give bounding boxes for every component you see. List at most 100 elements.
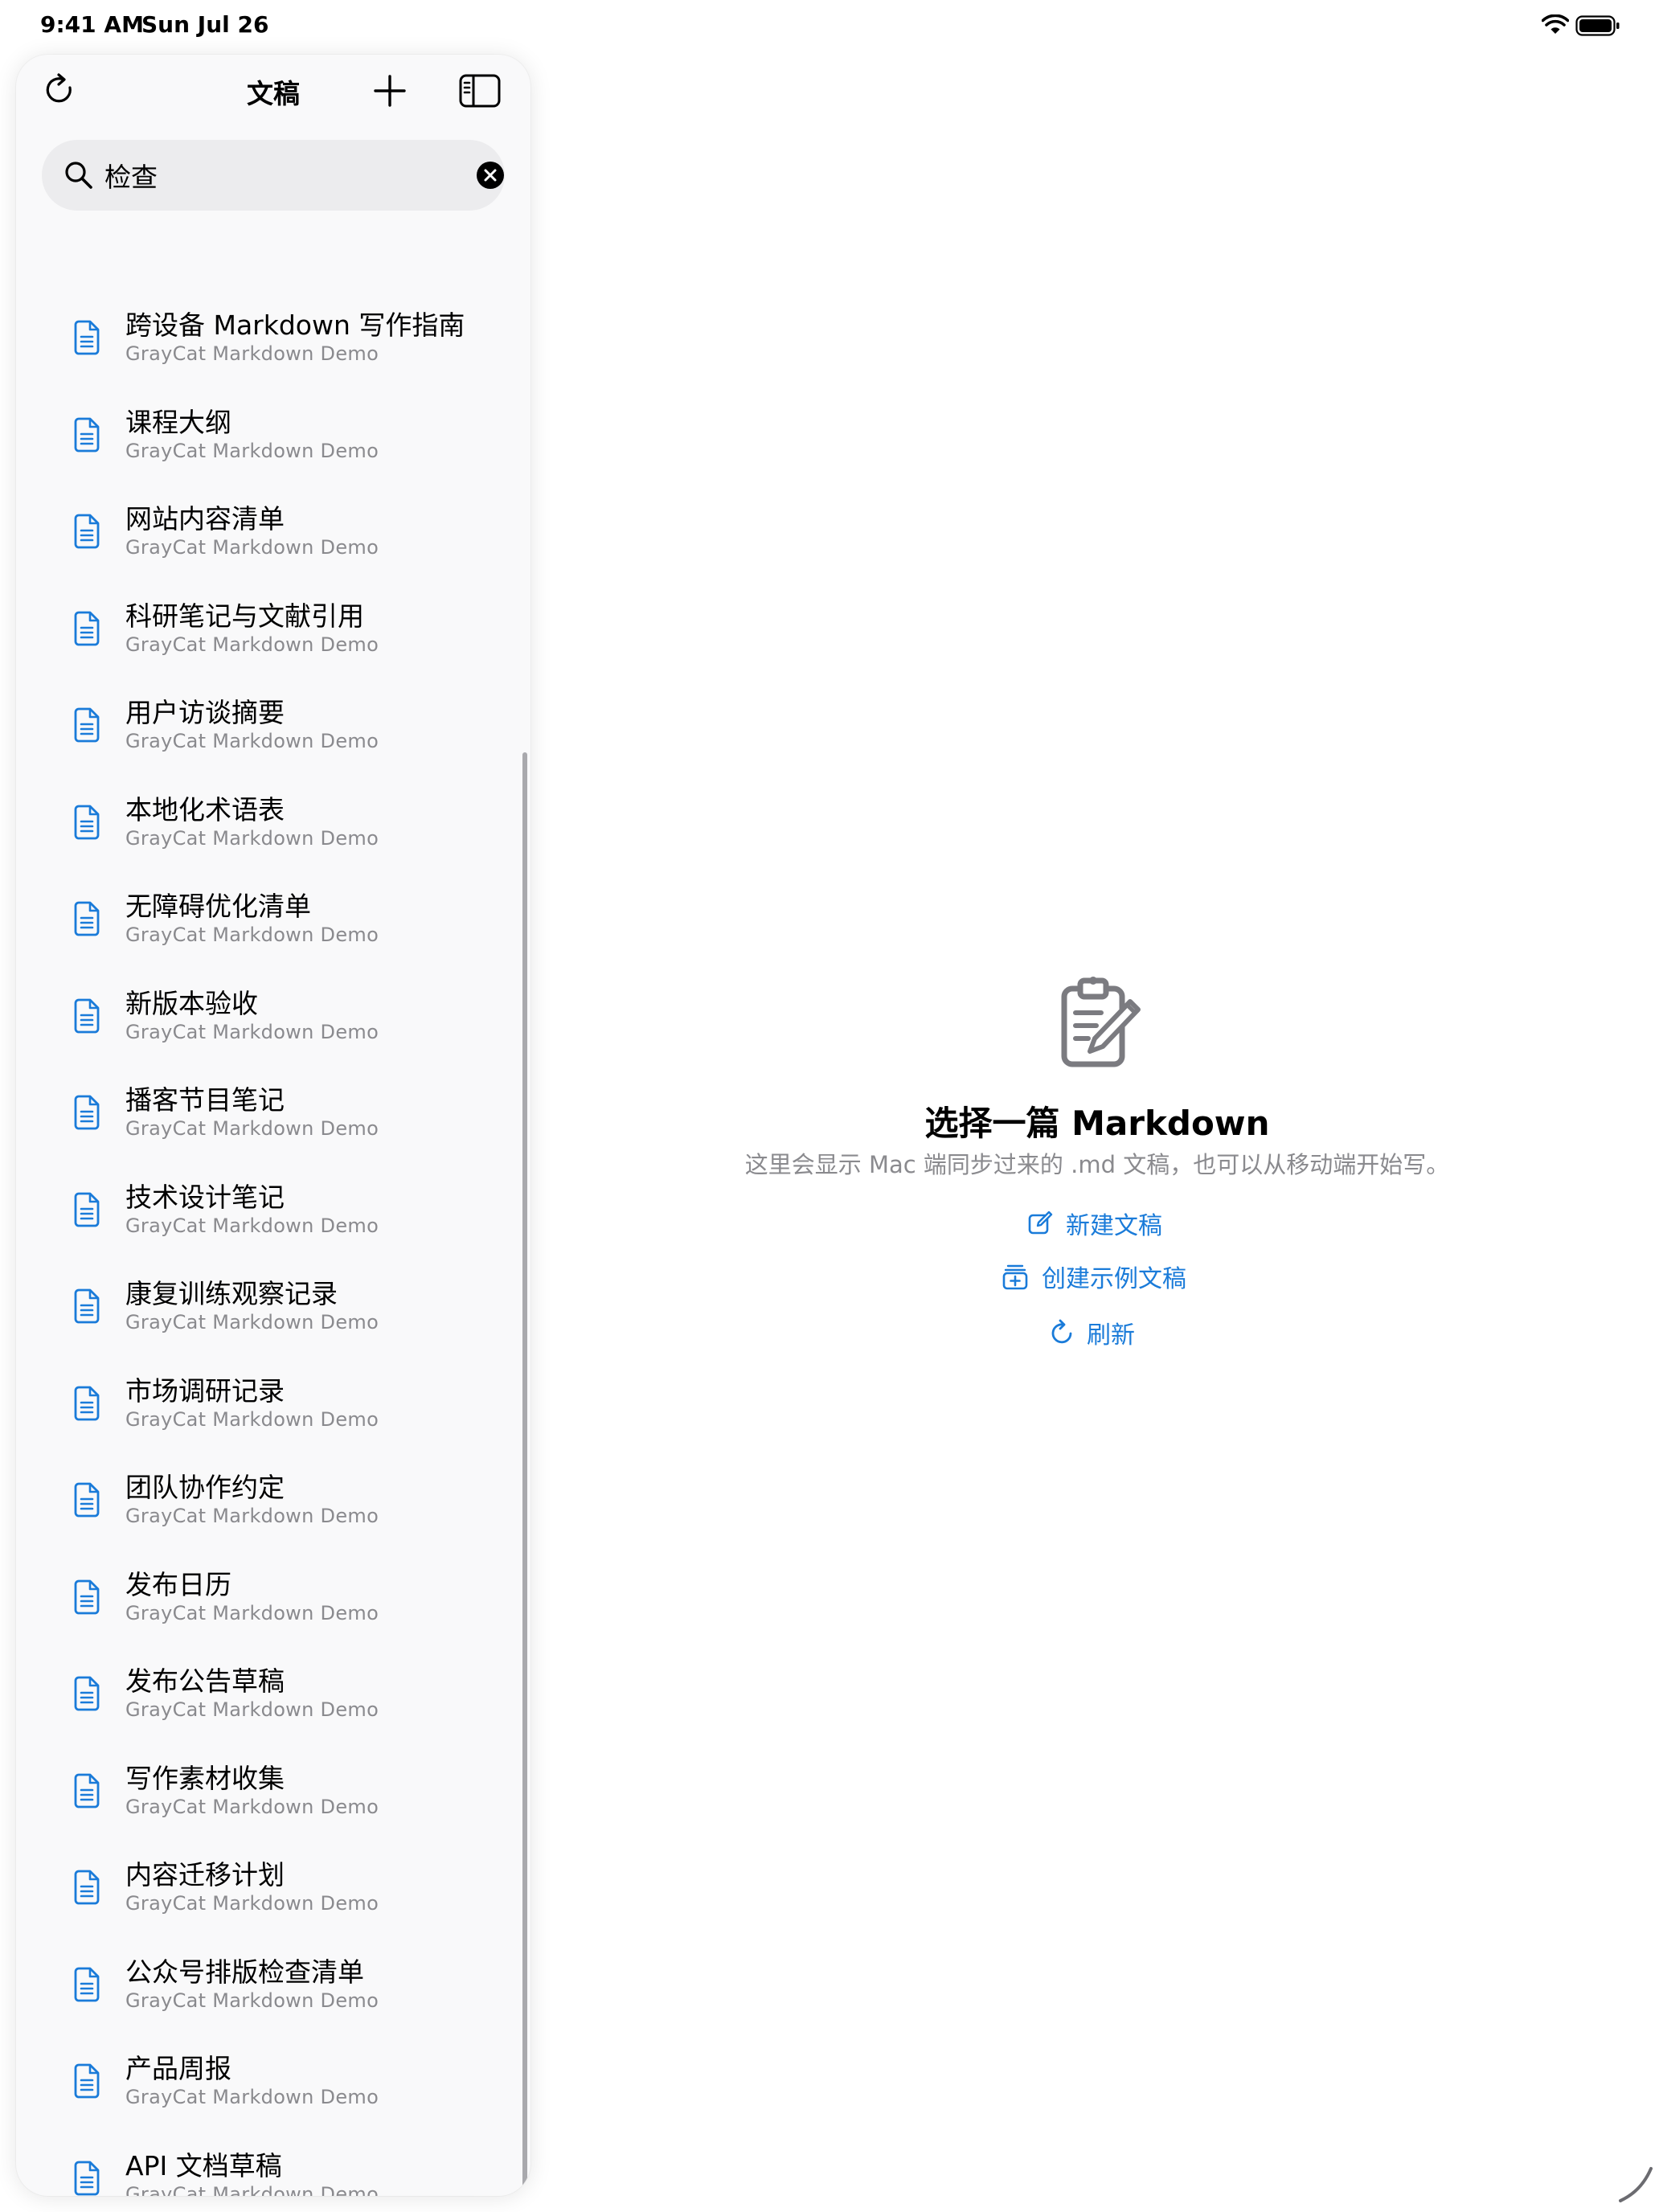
scrollbar[interactable] <box>522 752 527 2196</box>
document-title: 发布公告草稿 <box>125 1665 285 1697</box>
doc-plus-stack-icon <box>1002 1264 1028 1290</box>
doc-text-icon <box>74 320 100 355</box>
wifi-icon <box>1542 14 1569 34</box>
document-list-item[interactable]: 新版本验收 GrayCat Markdown Demo <box>16 974 498 1071</box>
document-subtitle: GrayCat Markdown Demo <box>125 730 379 752</box>
doc-text-icon <box>74 1579 100 1614</box>
battery-icon <box>1575 15 1620 36</box>
sidebar: 文稿 跨设备 Markdown 写作指南GrayCat Markdown Dem… <box>16 55 530 2196</box>
doc-text-icon <box>74 1288 100 1324</box>
document-title: 无障碍优化清单 <box>125 891 311 922</box>
document-subtitle: GrayCat Markdown Demo <box>125 1989 379 2012</box>
refresh-label: 刷新 <box>1087 1321 1135 1350</box>
document-title: 内容迁移计划 <box>125 1859 285 1890</box>
document-subtitle: GrayCat Markdown Demo <box>125 633 379 656</box>
document-subtitle: GrayCat Markdown Demo <box>125 1601 379 1624</box>
document-list-item[interactable]: 本地化术语表 GrayCat Markdown Demo <box>16 780 498 878</box>
document-list-item[interactable]: 用户访谈摘要 GrayCat Markdown Demo <box>16 683 498 780</box>
document-list-item[interactable]: 网站内容清单 GrayCat Markdown Demo <box>16 490 498 587</box>
document-title: 网站内容清单 <box>125 503 285 535</box>
search-field[interactable] <box>42 140 505 211</box>
document-list-item[interactable]: 跨设备 Markdown 写作指南 GrayCat Markdown Demo <box>16 296 498 393</box>
document-list-item[interactable]: 产品周报 GrayCat Markdown Demo <box>16 2039 498 2136</box>
document-title: 康复训练观察记录 <box>125 1278 338 1309</box>
document-list-item[interactable]: 无障碍优化清单 GrayCat Markdown Demo <box>16 877 498 974</box>
document-subtitle: GrayCat Markdown Demo <box>125 342 379 365</box>
empty-state-title: 选择一篇 Markdown <box>924 1104 1270 1143</box>
document-title: API 文档草稿 <box>125 2149 282 2181</box>
document-list: 跨设备 Markdown 写作指南 GrayCat Markdown Demo 课程… <box>16 296 530 2196</box>
doc-text-icon <box>74 1676 100 1711</box>
doc-text-icon <box>74 514 100 549</box>
sidebar-toolbar: 文稿 <box>16 55 530 135</box>
document-list-item[interactable]: 发布日历 GrayCat Markdown Demo <box>16 1555 498 1653</box>
document-title: 用户访谈摘要 <box>125 697 285 728</box>
document-subtitle: GrayCat Markdown Demo <box>125 1214 379 1237</box>
document-subtitle: GrayCat Markdown Demo <box>125 1117 379 1140</box>
status-bar: 9:41 AM Sun Jul 26 <box>0 0 1659 51</box>
clipboard-edit-icon <box>1061 977 1141 1067</box>
refresh-link-button[interactable]: 刷新 <box>1050 1315 1135 1350</box>
document-list-item[interactable]: 技术设计笔记 GrayCat Markdown Demo <box>16 1168 498 1265</box>
document-title: 市场调研记录 <box>125 1374 285 1407</box>
document-list-item[interactable]: 公众号排版检查清单 GrayCat Markdown Demo <box>16 1943 498 2040</box>
search-icon <box>65 162 92 189</box>
resize-handle-icon[interactable] <box>1609 2159 1657 2207</box>
new-document-label: 新建文稿 <box>1066 1212 1162 1240</box>
document-title: 团队协作约定 <box>125 1472 285 1503</box>
empty-state-subtitle: 这里会显示 Mac 端同步过来的 .md 文稿，也可以从移动端开始写。 <box>744 1151 1450 1178</box>
document-list-item[interactable]: 内容迁移计划 GrayCat Markdown Demo <box>16 1845 498 1943</box>
document-list-item[interactable]: 科研笔记与文献引用 GrayCat Markdown Demo <box>16 587 498 684</box>
create-sample-button[interactable]: 创建示例文稿 <box>1002 1259 1186 1294</box>
document-subtitle: GrayCat Markdown Demo <box>125 1892 379 1915</box>
document-title: 跨设备 Markdown 写作指南 <box>125 309 465 341</box>
document-title: 课程大纲 <box>125 406 231 438</box>
document-subtitle: GrayCat Markdown Demo <box>125 1505 379 1527</box>
document-subtitle: GrayCat Markdown Demo <box>125 1311 379 1333</box>
search-input[interactable] <box>104 153 442 198</box>
add-document-button[interactable] <box>362 63 418 119</box>
refresh-button[interactable] <box>32 63 88 119</box>
clear-search-icon[interactable] <box>476 161 505 190</box>
doc-text-icon <box>74 2161 100 2195</box>
document-list-item[interactable]: 播客节目笔记 GrayCat Markdown Demo <box>16 1071 498 1168</box>
document-list-item[interactable]: 课程大纲 GrayCat Markdown Demo <box>16 393 498 490</box>
document-list-item[interactable]: 团队协作约定 GrayCat Markdown Demo <box>16 1458 498 1555</box>
document-title: 公众号排版检查清单 <box>125 1956 364 1988</box>
doc-text-icon <box>74 1095 100 1130</box>
document-subtitle: GrayCat Markdown Demo <box>125 2182 379 2197</box>
doc-text-icon <box>74 417 100 452</box>
doc-text-icon <box>74 805 100 839</box>
document-subtitle: GrayCat Markdown Demo <box>125 1795 379 1818</box>
doc-text-icon <box>74 1773 100 1808</box>
doc-text-icon <box>74 998 100 1033</box>
document-title: 新版本验收 <box>125 987 258 1019</box>
document-subtitle: GrayCat Markdown Demo <box>125 536 379 559</box>
document-title: 播客节目笔记 <box>125 1084 285 1116</box>
new-document-button[interactable]: 新建文稿 <box>1027 1206 1162 1241</box>
doc-text-icon <box>74 611 100 645</box>
document-subtitle: GrayCat Markdown Demo <box>125 826 379 850</box>
document-subtitle: GrayCat Markdown Demo <box>125 1020 379 1043</box>
document-list-item[interactable]: 市场调研记录 GrayCat Markdown Demo <box>16 1362 498 1459</box>
document-subtitle: GrayCat Markdown Demo <box>125 924 379 946</box>
document-list-item[interactable]: 发布公告草稿 GrayCat Markdown Demo <box>16 1652 498 1749</box>
document-list-item[interactable]: 康复训练观察记录 GrayCat Markdown Demo <box>16 1264 498 1362</box>
status-time: 9:41 AM <box>40 11 144 38</box>
document-subtitle: GrayCat Markdown Demo <box>125 1698 379 1721</box>
document-subtitle: GrayCat Markdown Demo <box>125 439 379 462</box>
document-title: 发布日历 <box>125 1568 231 1600</box>
doc-text-icon <box>74 1386 100 1420</box>
sidebar-toggle-button[interactable] <box>452 63 508 119</box>
document-list-item[interactable]: 写作素材收集 GrayCat Markdown Demo <box>16 1749 498 1846</box>
refresh-icon <box>46 73 72 103</box>
document-title: 写作素材收集 <box>125 1762 285 1794</box>
document-subtitle: GrayCat Markdown Demo <box>125 1407 379 1431</box>
doc-text-icon <box>74 901 100 936</box>
doc-text-icon <box>74 1482 100 1518</box>
document-list-item[interactable]: API 文档草稿 GrayCat Markdown Demo <box>16 2136 498 2197</box>
document-title: 技术设计笔记 <box>125 1181 285 1213</box>
sidebar-title: 文稿 <box>247 78 300 109</box>
sidebar-toggle-icon <box>459 74 501 108</box>
doc-text-icon <box>74 1870 100 1905</box>
